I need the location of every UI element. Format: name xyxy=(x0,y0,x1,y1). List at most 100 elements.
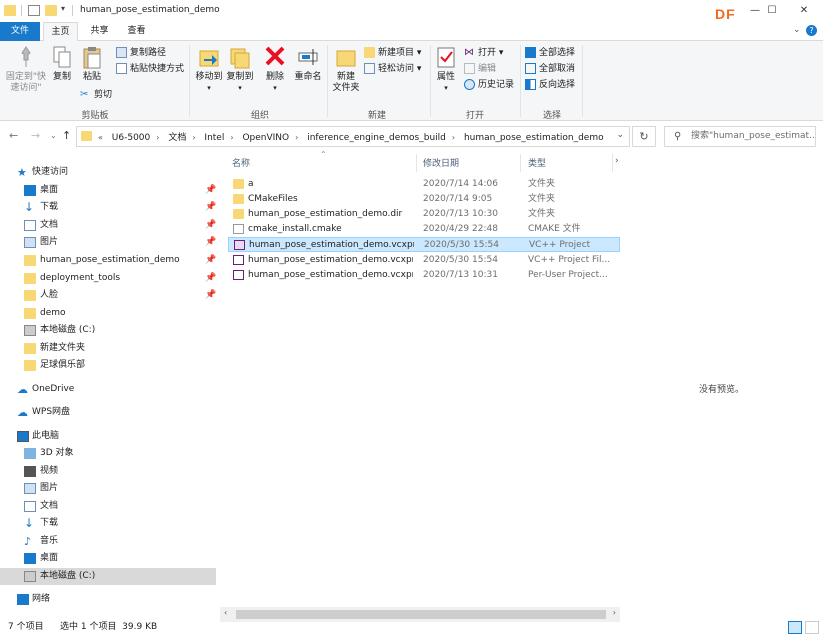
chevron-right-icon[interactable]: › xyxy=(449,133,458,142)
select-none-button[interactable]: 全部取消 xyxy=(525,62,575,76)
chevron-right-icon[interactable]: › xyxy=(189,133,198,142)
column-header-name[interactable]: 名称 xyxy=(232,156,250,169)
column-header-date[interactable]: 修改日期 xyxy=(423,156,459,169)
edit-button[interactable]: 编辑 xyxy=(464,62,496,76)
overflow-chevron-icon[interactable]: « xyxy=(95,133,106,142)
rename-button[interactable]: 重命名 xyxy=(292,45,324,83)
customize-quick-access-icon[interactable]: ▾ xyxy=(61,4,65,13)
new-folder-button[interactable]: 新建 文件夹 xyxy=(331,45,361,94)
nav-item-face[interactable]: 人脸 📌 xyxy=(0,287,216,304)
properties-quick-icon[interactable] xyxy=(28,5,40,16)
pin-icon[interactable]: 📌 xyxy=(205,270,216,287)
nav-pc-pictures[interactable]: 图片 xyxy=(0,480,216,497)
search-input[interactable]: ⚲ 搜索"human_pose_estimat... xyxy=(664,126,816,147)
tab-file[interactable]: 文件 xyxy=(0,22,40,41)
new-folder-quick-icon[interactable] xyxy=(45,5,57,16)
chevron-right-icon[interactable]: › xyxy=(292,133,301,142)
breadcrumb-item[interactable]: human_pose_estimation_demo xyxy=(461,133,607,143)
table-row[interactable]: human_pose_estimation_demo.vcxpr... 2020… xyxy=(228,268,620,283)
invert-selection-button[interactable]: 反向选择 xyxy=(525,78,575,92)
paste-shortcut-button[interactable]: 粘贴快捷方式 xyxy=(116,62,184,76)
properties-button[interactable]: 属性 ▾ xyxy=(434,45,458,94)
nav-item-deployment-tools[interactable]: deployment_tools 📌 xyxy=(0,270,216,287)
chevron-right-icon[interactable]: › xyxy=(153,133,162,142)
nav-item-human-pose[interactable]: human_pose_estimation_demo 📌 xyxy=(0,252,216,269)
expand-ribbon-icon[interactable]: ⌄ xyxy=(793,25,801,35)
table-row[interactable]: a 2020/7/14 14:06 文件夹 xyxy=(228,177,620,192)
nav-pc-desktop[interactable]: 桌面 xyxy=(0,550,216,567)
nav-pc-3d-objects[interactable]: 3D 对象 xyxy=(0,445,216,462)
tab-home[interactable]: 主页 xyxy=(43,22,78,42)
up-arrow-icon[interactable]: ↑ xyxy=(62,129,71,142)
select-all-button[interactable]: 全部选择 xyxy=(525,46,575,60)
pin-icon[interactable]: 📌 xyxy=(205,182,216,199)
nav-wps[interactable]: ☁ WPS网盘 xyxy=(0,404,216,421)
delete-button[interactable]: 删除 ▾ xyxy=(263,45,287,94)
large-icons-view-icon[interactable] xyxy=(805,621,819,634)
recent-locations-chevron-icon[interactable]: ⌄ xyxy=(50,131,57,140)
nav-pc-local-disk[interactable]: 本地磁盘 (C:) xyxy=(0,568,216,585)
nav-item-documents[interactable]: 文档 📌 xyxy=(0,217,216,234)
back-arrow-icon[interactable]: ← xyxy=(9,129,18,142)
pin-icon[interactable]: 📌 xyxy=(205,199,216,216)
cut-button[interactable]: ✂ 剪切 xyxy=(80,88,112,102)
nav-onedrive[interactable]: ☁ OneDrive xyxy=(0,381,216,398)
address-box[interactable]: « U6-5000 › 文档 › Intel › OpenVINO › inferenc… xyxy=(76,126,630,147)
paste-button[interactable]: 粘贴 xyxy=(78,45,106,83)
table-row[interactable]: cmake_install.cmake 2020/4/29 22:48 CMAK… xyxy=(228,222,620,237)
open-button[interactable]: ⋈ 打开 ▾ xyxy=(464,46,503,60)
column-header-type[interactable]: 类型 xyxy=(528,156,546,169)
scroll-left-icon[interactable]: ‹ xyxy=(224,608,227,617)
new-item-button[interactable]: 新建项目 ▾ xyxy=(364,46,421,60)
divider[interactable] xyxy=(520,154,521,172)
breadcrumb-item[interactable]: OpenVINO xyxy=(239,133,292,143)
address-dropdown-icon[interactable]: ⌄ xyxy=(616,130,624,140)
nav-item-pictures[interactable]: 图片 📌 xyxy=(0,234,216,251)
breadcrumb-item[interactable]: 文档 xyxy=(165,130,189,143)
nav-pc-music[interactable]: ♪ 音乐 xyxy=(0,533,216,550)
nav-item-local-disk[interactable]: 本地磁盘 (C:) xyxy=(0,322,216,339)
help-icon[interactable]: ? xyxy=(806,25,817,36)
scroll-right-icon[interactable]: › xyxy=(613,608,616,617)
refresh-button[interactable]: ↻ xyxy=(632,126,656,147)
breadcrumb-item[interactable]: U6-5000 xyxy=(109,133,153,143)
move-to-button[interactable]: 移动到 ▾ xyxy=(194,45,224,94)
table-row[interactable]: human_pose_estimation_demo.vcxpr... 2020… xyxy=(228,253,620,268)
divider[interactable] xyxy=(612,154,613,172)
forward-arrow-icon[interactable]: → xyxy=(31,129,40,142)
nav-network[interactable]: 网络 xyxy=(0,591,216,608)
table-row[interactable]: human_pose_estimation_demo.dir 2020/7/13… xyxy=(228,207,620,222)
details-view-icon[interactable] xyxy=(788,621,802,634)
column-more-icon[interactable]: › xyxy=(615,156,619,166)
pin-icon[interactable]: 📌 xyxy=(205,287,216,304)
breadcrumb-item[interactable]: inference_engine_demos_build xyxy=(304,133,449,143)
breadcrumb-item[interactable]: Intel xyxy=(201,133,227,143)
nav-pc-documents[interactable]: 文档 xyxy=(0,498,216,515)
nav-quick-access[interactable]: ★ 快速访问 xyxy=(0,164,216,181)
tab-view[interactable]: 查看 xyxy=(119,22,154,41)
nav-pc-downloads[interactable]: ↓ 下载 xyxy=(0,515,216,532)
copy-path-button[interactable]: 复制路径 xyxy=(116,46,166,60)
nav-this-pc[interactable]: 此电脑 xyxy=(0,428,216,445)
pin-quick-access-button[interactable]: 固定到"快 速访问" xyxy=(4,45,48,94)
history-button[interactable]: 历史记录 xyxy=(464,78,514,92)
nav-item-desktop[interactable]: 桌面 📌 xyxy=(0,182,216,199)
tab-share[interactable]: 共享 xyxy=(82,22,117,41)
table-row-selected[interactable]: human_pose_estimation_demo.vcxproj 2020/… xyxy=(228,237,620,252)
pin-icon[interactable]: 📌 xyxy=(205,252,216,269)
divider[interactable] xyxy=(416,154,417,172)
copy-button[interactable]: 复制 xyxy=(50,45,74,83)
nav-pc-videos[interactable]: 视频 xyxy=(0,463,216,480)
close-button[interactable]: ✕ xyxy=(790,2,818,20)
nav-item-football-club[interactable]: 足球俱乐部 xyxy=(0,357,216,374)
maximize-button[interactable]: ☐ xyxy=(758,2,786,20)
chevron-right-icon[interactable]: › xyxy=(227,133,236,142)
pin-icon[interactable]: 📌 xyxy=(205,217,216,234)
table-row[interactable]: CMakeFiles 2020/7/14 9:05 文件夹 xyxy=(228,192,620,207)
copy-to-button[interactable]: 复制到 ▾ xyxy=(225,45,255,94)
easy-access-button[interactable]: 轻松访问 ▾ xyxy=(364,62,421,76)
pin-icon[interactable]: 📌 xyxy=(205,234,216,251)
nav-item-demo[interactable]: demo xyxy=(0,305,216,322)
nav-item-new-folder[interactable]: 新建文件夹 xyxy=(0,340,216,357)
nav-item-downloads[interactable]: ↓ 下载 📌 xyxy=(0,199,216,216)
